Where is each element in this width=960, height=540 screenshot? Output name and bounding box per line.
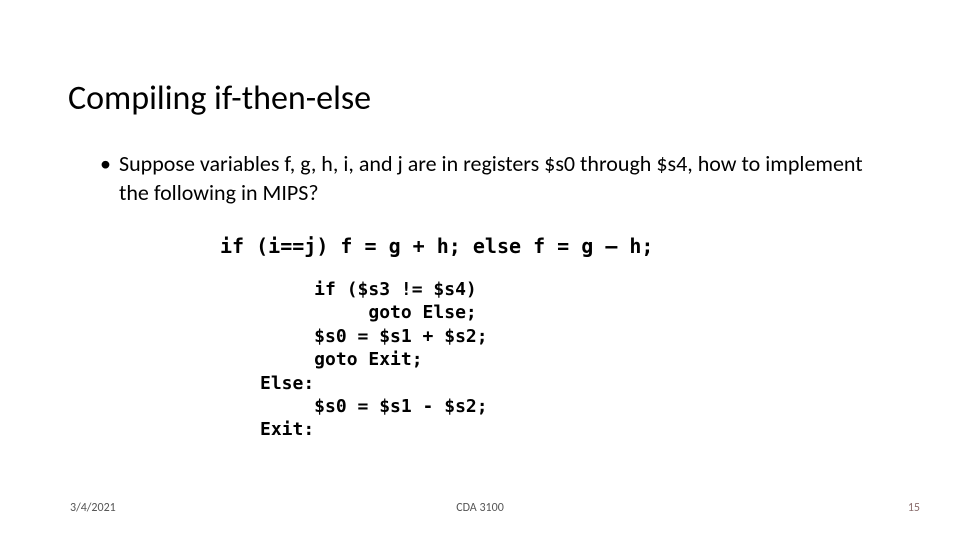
- bullet-block: • Suppose variables f, g, h, i, and j ar…: [100, 150, 880, 207]
- code-pseudo-mips: if ($s3 != $s4) goto Else; $s0 = $s1 + $…: [260, 278, 488, 442]
- bullet-text: Suppose variables f, g, h, i, and j are …: [119, 150, 880, 207]
- bullet-dot: •: [100, 150, 111, 207]
- code-c-statement: if (i==j) f = g + h; else f = g – h;: [220, 234, 653, 258]
- bullet-item: • Suppose variables f, g, h, i, and j ar…: [100, 150, 880, 207]
- footer-page-number: 15: [908, 501, 920, 515]
- slide-title: Compiling if-then-else: [68, 78, 371, 119]
- slide: Compiling if-then-else • Suppose variabl…: [0, 0, 960, 540]
- footer-course: CDA 3100: [0, 501, 960, 515]
